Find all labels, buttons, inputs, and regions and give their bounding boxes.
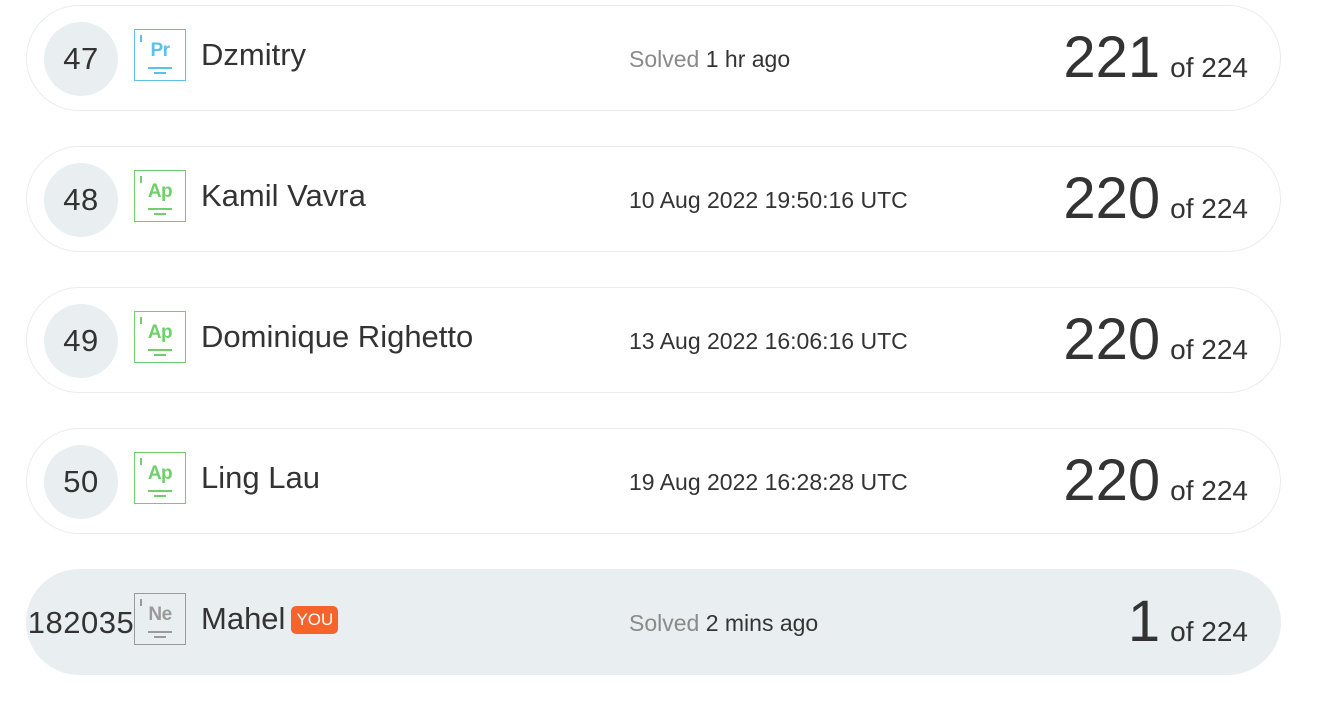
score-total: of 224	[1170, 475, 1248, 506]
score: 220 of 224	[1063, 165, 1248, 233]
player-name-text[interactable]: Dzmitry	[201, 37, 306, 73]
solved-time-value: 10 Aug 2022 19:50:16 UTC	[629, 187, 908, 213]
solved-time: 19 Aug 2022 16:28:28 UTC	[629, 469, 908, 496]
rank-number: 48	[44, 163, 118, 237]
solved-time: Solved 2 mins ago	[629, 610, 818, 637]
badge-symbol: Ap	[147, 463, 173, 484]
score-total: of 224	[1170, 193, 1248, 224]
solved-time-value: 2 mins ago	[705, 610, 819, 636]
leaderboard-row[interactable]: 49 Ap Dominique Righetto 13 Aug 2022 16:…	[26, 287, 1281, 393]
leaderboard-row[interactable]: 50 Ap Ling Lau 19 Aug 2022 16:28:28 UTC …	[26, 428, 1281, 534]
solved-time-value: 13 Aug 2022 16:06:16 UTC	[629, 328, 908, 354]
solved-prefix: Solved	[629, 610, 700, 636]
level-badge-icon: Ap	[134, 170, 186, 222]
solved-time-value: 19 Aug 2022 16:28:28 UTC	[629, 469, 908, 495]
badge-symbol: Ap	[147, 181, 173, 202]
you-badge: YOU	[291, 606, 339, 634]
rank-number: 49	[44, 304, 118, 378]
score-total: of 224	[1170, 616, 1248, 647]
rank-number: 182035	[27, 605, 135, 640]
rank-number: 47	[44, 22, 118, 96]
player-name[interactable]: Dzmitry	[201, 37, 306, 73]
score-value: 220	[1063, 448, 1161, 513]
score-value: 221	[1063, 25, 1161, 90]
player-name-text[interactable]: Kamil Vavra	[201, 178, 366, 214]
player-name[interactable]: Ling Lau	[201, 460, 320, 496]
level-badge-icon: Ap	[134, 311, 186, 363]
leaderboard: 47 Pr Dzmitry Solved 1 hr ago 221 of 224…	[0, 0, 1324, 706]
player-name-text[interactable]: Mahel	[201, 601, 285, 637]
score-value: 220	[1063, 166, 1161, 231]
solved-time: 13 Aug 2022 16:06:16 UTC	[629, 328, 908, 355]
solved-time-value: 1 hr ago	[705, 46, 791, 72]
player-name[interactable]: Kamil Vavra	[201, 178, 366, 214]
level-badge-icon: Ap	[134, 452, 186, 504]
score: 220 of 224	[1063, 447, 1248, 515]
player-name-text[interactable]: Ling Lau	[201, 460, 320, 496]
player-name-text[interactable]: Dominique Righetto	[201, 319, 473, 355]
solved-time: Solved 1 hr ago	[629, 46, 790, 73]
solved-prefix: Solved	[629, 46, 700, 72]
leaderboard-row[interactable]: 48 Ap Kamil Vavra 10 Aug 2022 19:50:16 U…	[26, 146, 1281, 252]
score: 1 of 224	[1128, 588, 1248, 656]
score-value: 220	[1063, 307, 1161, 372]
score-total: of 224	[1170, 334, 1248, 365]
badge-symbol: Ap	[147, 322, 173, 343]
badge-symbol: Pr	[150, 40, 170, 61]
score-total: of 224	[1170, 52, 1248, 83]
score-value: 1	[1127, 589, 1161, 654]
solved-time: 10 Aug 2022 19:50:16 UTC	[629, 187, 908, 214]
player-name[interactable]: Dominique Righetto	[201, 319, 473, 355]
leaderboard-row[interactable]: 47 Pr Dzmitry Solved 1 hr ago 221 of 224	[26, 5, 1281, 111]
badge-symbol: Ne	[148, 604, 172, 625]
score: 221 of 224	[1063, 24, 1248, 92]
rank-number: 50	[44, 445, 118, 519]
score: 220 of 224	[1063, 306, 1248, 374]
current-user-row[interactable]: 182035 Ne Mahel YOU Solved 2 mins ago 1 …	[26, 569, 1281, 675]
level-badge-icon: Pr	[134, 29, 186, 81]
player-name[interactable]: Mahel YOU	[201, 601, 339, 637]
level-badge-icon: Ne	[134, 593, 186, 645]
